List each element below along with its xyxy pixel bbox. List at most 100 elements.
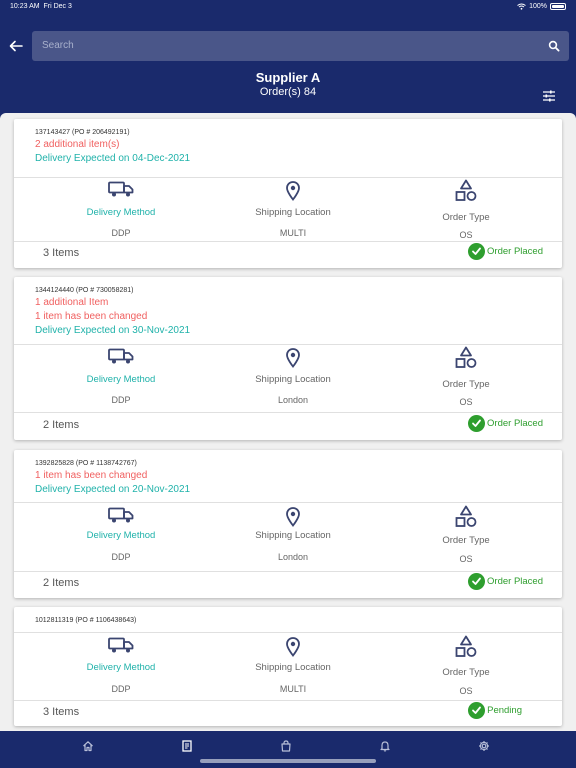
item-count: 2 Items — [43, 577, 80, 589]
item-count: 3 Items — [43, 706, 80, 718]
order-card[interactable]: 137143427 (PO # 206492191) 2 additional … — [14, 119, 562, 268]
shipping-location-value: London — [277, 395, 309, 405]
order-card[interactable]: 1344124440 (PO # 730058281) 1 additional… — [14, 277, 562, 440]
home-indicator — [200, 759, 376, 763]
shipping-location-value: MULTI — [279, 684, 307, 694]
shapes-icon — [455, 346, 477, 368]
search-icon[interactable] — [548, 40, 560, 52]
order-type-value: OS — [459, 397, 473, 407]
back-arrow-icon[interactable] — [8, 38, 24, 54]
check-circle-icon — [468, 243, 486, 260]
shapes-icon — [455, 635, 477, 657]
delivery-expected: Delivery Expected on 04-Dec-2021 — [35, 153, 191, 164]
order-type-value: OS — [459, 686, 473, 696]
shopping-bag-icon[interactable] — [280, 740, 292, 752]
page-header: Supplier A Order(s) 84 — [0, 70, 576, 98]
check-circle-icon — [468, 415, 486, 432]
filter-sliders-icon[interactable] — [542, 89, 556, 103]
delivery-method-col: Delivery Method DDP — [31, 348, 211, 405]
delivery-method-value: DDP — [111, 684, 131, 694]
delivery-method-value: DDP — [111, 395, 131, 405]
delivery-method-label: Delivery Method — [86, 374, 156, 385]
delivery-method-value: DDP — [111, 552, 131, 562]
order-note: 1 additional Item — [35, 297, 109, 308]
order-note: 1 item has been changed — [35, 311, 148, 322]
po-number: 137143427 (PO # 206492191) — [35, 129, 130, 136]
order-type-col: Order Type OS — [376, 635, 556, 696]
po-number: 1344124440 (PO # 730058281) — [35, 287, 134, 294]
status-text: Pending — [487, 705, 522, 716]
item-count: 3 Items — [43, 247, 80, 259]
supplier-name: Supplier A — [255, 70, 321, 85]
order-list[interactable]: 137143427 (PO # 206492191) 2 additional … — [0, 113, 576, 731]
item-count: 2 Items — [43, 419, 80, 431]
status-text: Order Placed — [487, 576, 543, 587]
shapes-icon — [455, 179, 477, 201]
shipping-location-label: Shipping Location — [255, 207, 331, 218]
bell-icon[interactable] — [379, 740, 391, 752]
shipping-location-label: Shipping Location — [255, 374, 331, 385]
location-pin-icon — [286, 507, 300, 527]
location-pin-icon — [286, 637, 300, 657]
battery-percent: 100% — [529, 3, 547, 10]
order-type-value: OS — [459, 554, 473, 564]
status-badge: Order Placed — [468, 573, 543, 590]
location-pin-icon — [286, 181, 300, 201]
status-bar: 10:23 AM Fri Dec 3 100% — [0, 0, 576, 14]
po-number: 1012811319 (PO # 1106438643) — [35, 617, 137, 624]
shipping-location-col: Shipping Location MULTI — [203, 181, 383, 238]
wifi-icon — [517, 3, 526, 10]
delivery-method-value: DDP — [111, 228, 131, 238]
search-placeholder: Search — [42, 40, 74, 51]
order-card[interactable]: 1012811319 (PO # 1106438643) Delivery Me… — [14, 607, 562, 726]
shipping-location-value: London — [277, 552, 309, 562]
check-circle-icon — [468, 702, 486, 719]
shipping-location-col: Shipping Location London — [203, 348, 383, 405]
status-time: 10:23 AM Fri Dec 3 — [10, 3, 72, 10]
status-text: Order Placed — [487, 418, 543, 429]
shipping-location-label: Shipping Location — [255, 530, 331, 541]
shipping-location-label: Shipping Location — [255, 662, 331, 673]
delivery-method-col: Delivery Method DDP — [31, 637, 211, 694]
order-note: 1 item has been changed — [35, 470, 148, 481]
truck-icon — [108, 348, 134, 364]
status-right: 100% — [517, 3, 566, 10]
order-type-value: OS — [459, 230, 473, 240]
orders-icon[interactable] — [181, 740, 193, 752]
status-badge: Order Placed — [468, 415, 543, 432]
gear-icon[interactable] — [478, 740, 490, 752]
truck-icon — [108, 507, 134, 523]
order-count: Order(s) 84 — [259, 86, 317, 98]
status-text: Order Placed — [487, 246, 543, 257]
delivery-expected: Delivery Expected on 30-Nov-2021 — [35, 325, 191, 336]
shipping-location-value: MULTI — [279, 228, 307, 238]
status-badge: Pending — [468, 702, 522, 719]
delivery-method-col: Delivery Method DDP — [31, 181, 211, 238]
shapes-icon — [455, 505, 477, 527]
truck-icon — [108, 637, 134, 653]
order-type-col: Order Type OS — [376, 346, 556, 407]
order-card[interactable]: 1392825828 (PO # 1138742767) 1 item has … — [14, 450, 562, 598]
delivery-method-label: Delivery Method — [86, 207, 156, 218]
order-type-label: Order Type — [442, 535, 490, 546]
po-number: 1392825828 (PO # 1138742767) — [35, 460, 137, 467]
battery-icon — [550, 3, 566, 10]
order-type-label: Order Type — [442, 212, 490, 223]
search-input[interactable]: Search — [32, 31, 569, 61]
delivery-method-col: Delivery Method DDP — [31, 507, 211, 562]
check-circle-icon — [468, 573, 486, 590]
order-type-col: Order Type OS — [376, 505, 556, 564]
truck-icon — [108, 181, 134, 197]
order-type-label: Order Type — [442, 379, 490, 390]
shipping-location-col: Shipping Location London — [203, 507, 383, 562]
order-type-label: Order Type — [442, 667, 490, 678]
location-pin-icon — [286, 348, 300, 368]
delivery-method-label: Delivery Method — [86, 530, 156, 541]
shipping-location-col: Shipping Location MULTI — [203, 637, 383, 694]
delivery-expected: Delivery Expected on 20-Nov-2021 — [35, 484, 191, 495]
order-type-col: Order Type OS — [376, 179, 556, 240]
status-badge: Order Placed — [468, 243, 543, 260]
home-icon[interactable] — [82, 740, 94, 752]
order-note: 2 additional item(s) — [35, 139, 120, 150]
delivery-method-label: Delivery Method — [86, 662, 156, 673]
